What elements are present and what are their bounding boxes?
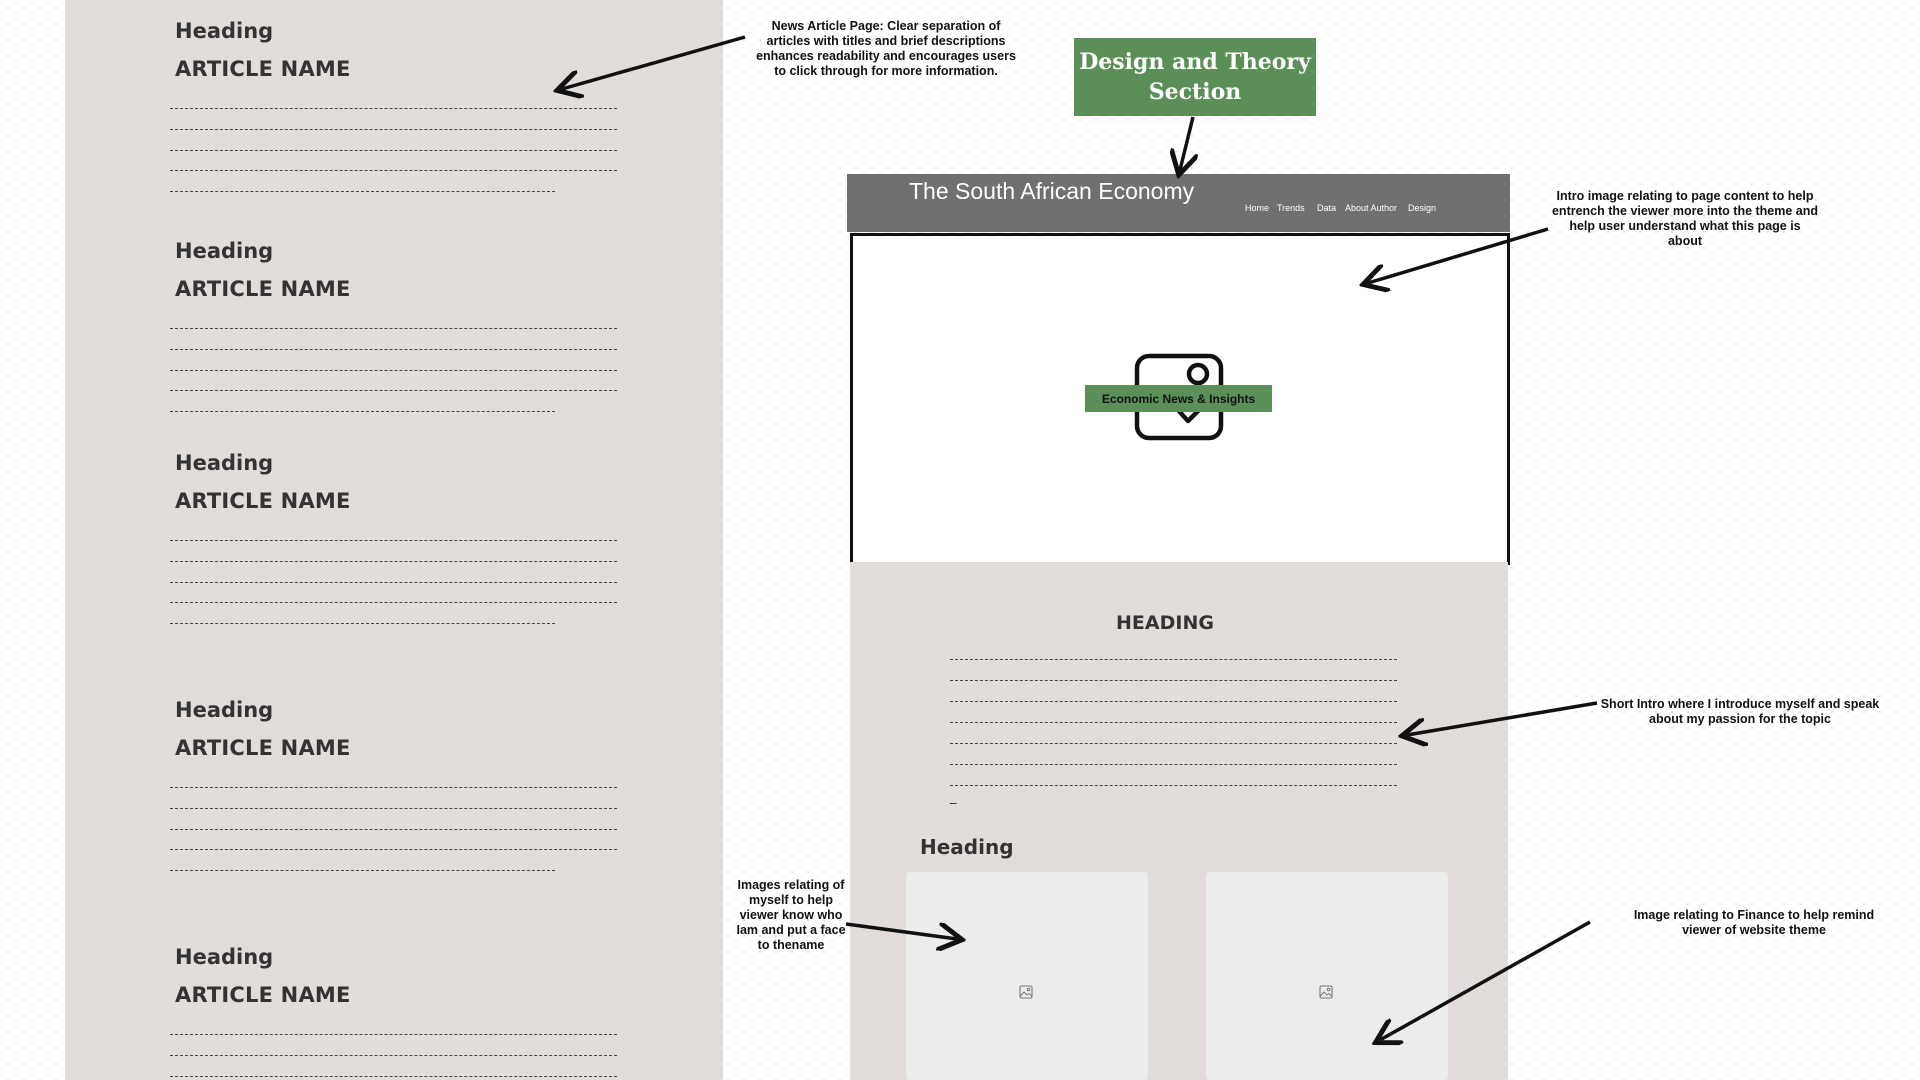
design-title-line2: Section bbox=[1148, 79, 1242, 105]
nav-link-data[interactable]: Data bbox=[1317, 203, 1336, 213]
text-line bbox=[170, 540, 617, 541]
text-line bbox=[950, 785, 1397, 786]
news-article-panel: Heading ARTICLE NAME Heading ARTICLE NAM… bbox=[65, 0, 723, 1080]
text-line bbox=[950, 659, 1397, 660]
design-title-line1: Design and Theory bbox=[1079, 49, 1311, 75]
annotation-finance-image: Image relating to Finance to help remind… bbox=[1633, 908, 1875, 937]
annotation-images-myself: Images relating of myself to help viewer… bbox=[736, 878, 846, 952]
text-line bbox=[950, 680, 1397, 681]
article-heading: Heading bbox=[175, 239, 274, 263]
text-line bbox=[170, 1055, 617, 1056]
image-placeholder-icon bbox=[1019, 985, 1033, 999]
text-line bbox=[170, 328, 617, 329]
article-name: ARTICLE NAME bbox=[175, 736, 351, 760]
text-line bbox=[170, 150, 617, 151]
text-line bbox=[170, 1034, 617, 1035]
text-line bbox=[170, 623, 555, 624]
text-line bbox=[170, 787, 617, 788]
text-line bbox=[170, 129, 617, 130]
article-name: ARTICLE NAME bbox=[175, 489, 351, 513]
mockup-content-area: HEADING _ Heading bbox=[850, 562, 1508, 1080]
text-line bbox=[170, 849, 617, 850]
text-line-end: _ bbox=[950, 790, 957, 805]
text-line bbox=[950, 701, 1397, 702]
text-line bbox=[170, 870, 555, 871]
text-line bbox=[170, 808, 617, 809]
article-name: ARTICLE NAME bbox=[175, 983, 351, 1007]
text-line bbox=[950, 722, 1397, 723]
text-line bbox=[170, 349, 617, 350]
text-line bbox=[170, 561, 617, 562]
article-heading: Heading bbox=[175, 451, 274, 475]
image-card-myself bbox=[906, 872, 1148, 1080]
text-line bbox=[170, 1076, 617, 1077]
image-card-finance bbox=[1206, 872, 1448, 1080]
site-title: The South African Economy bbox=[909, 178, 1195, 204]
text-line bbox=[170, 370, 617, 371]
article-name: ARTICLE NAME bbox=[175, 57, 351, 81]
article-heading: Heading bbox=[175, 945, 274, 969]
text-line bbox=[170, 170, 617, 171]
article-heading: Heading bbox=[175, 698, 274, 722]
text-line bbox=[170, 829, 617, 830]
text-line bbox=[170, 411, 555, 412]
text-line bbox=[950, 743, 1397, 744]
text-line bbox=[170, 582, 617, 583]
article-heading: Heading bbox=[175, 19, 274, 43]
arrow-icon bbox=[1180, 116, 1193, 170]
intro-heading: HEADING bbox=[1116, 612, 1214, 634]
article-name: ARTICLE NAME bbox=[175, 277, 351, 301]
annotation-news-article: News Article Page: Clear separation of a… bbox=[756, 19, 1016, 78]
nav-link-design[interactable]: Design bbox=[1408, 203, 1436, 213]
nav-link-home[interactable]: Home bbox=[1245, 203, 1269, 213]
text-line bbox=[170, 191, 555, 192]
image-placeholder-icon bbox=[1319, 985, 1333, 999]
text-line bbox=[950, 764, 1397, 765]
annotation-short-intro: Short Intro where I introduce myself and… bbox=[1600, 697, 1880, 726]
annotation-intro-image: Intro image relating to page content to … bbox=[1551, 189, 1819, 248]
hero-badge: Economic News & Insights bbox=[1085, 385, 1272, 412]
text-line bbox=[170, 390, 617, 391]
nav-link-about-author[interactable]: About Author bbox=[1345, 203, 1397, 213]
section-heading: Heading bbox=[920, 835, 1014, 859]
mockup-nav-bar: The South African Economy Home Trends Da… bbox=[847, 174, 1510, 232]
design-theory-title: Design and Theory Section bbox=[1074, 38, 1316, 116]
nav-link-trends[interactable]: Trends bbox=[1277, 203, 1305, 213]
text-line bbox=[170, 602, 617, 603]
text-line bbox=[170, 108, 617, 109]
